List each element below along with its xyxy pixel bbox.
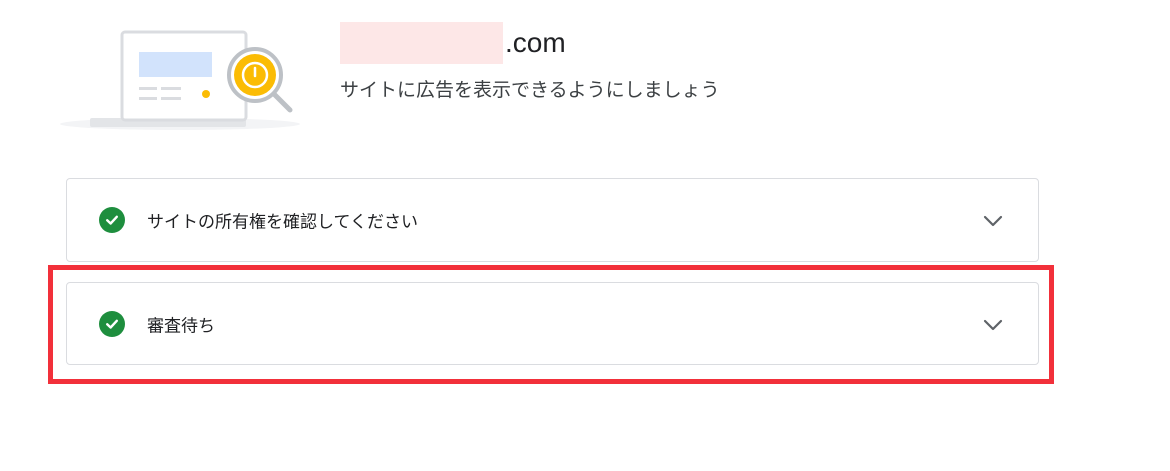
domain-suffix: .com (505, 27, 566, 58)
site-domain: .com (340, 22, 720, 64)
step-label: サイトの所有権を確認してください (147, 212, 418, 233)
site-review-illustration (60, 20, 310, 135)
site-subtitle: サイトに広告を表示できるようにしましょう (340, 79, 720, 101)
site-header: .com サイトに広告を表示できるようにしましょう (340, 22, 720, 102)
step-pending-review[interactable]: 審査待ち (66, 282, 1039, 365)
chevron-down-icon[interactable] (982, 213, 1004, 227)
redacted-domain-name (340, 22, 503, 64)
step-verify-ownership[interactable]: サイトの所有権を確認してください (66, 178, 1039, 262)
step-label: 審査待ち (147, 316, 215, 336)
check-circle-icon (99, 207, 125, 233)
laptop-magnifier-illustration (60, 30, 300, 130)
chevron-down-icon[interactable] (982, 317, 1004, 331)
check-circle-icon (99, 310, 125, 337)
